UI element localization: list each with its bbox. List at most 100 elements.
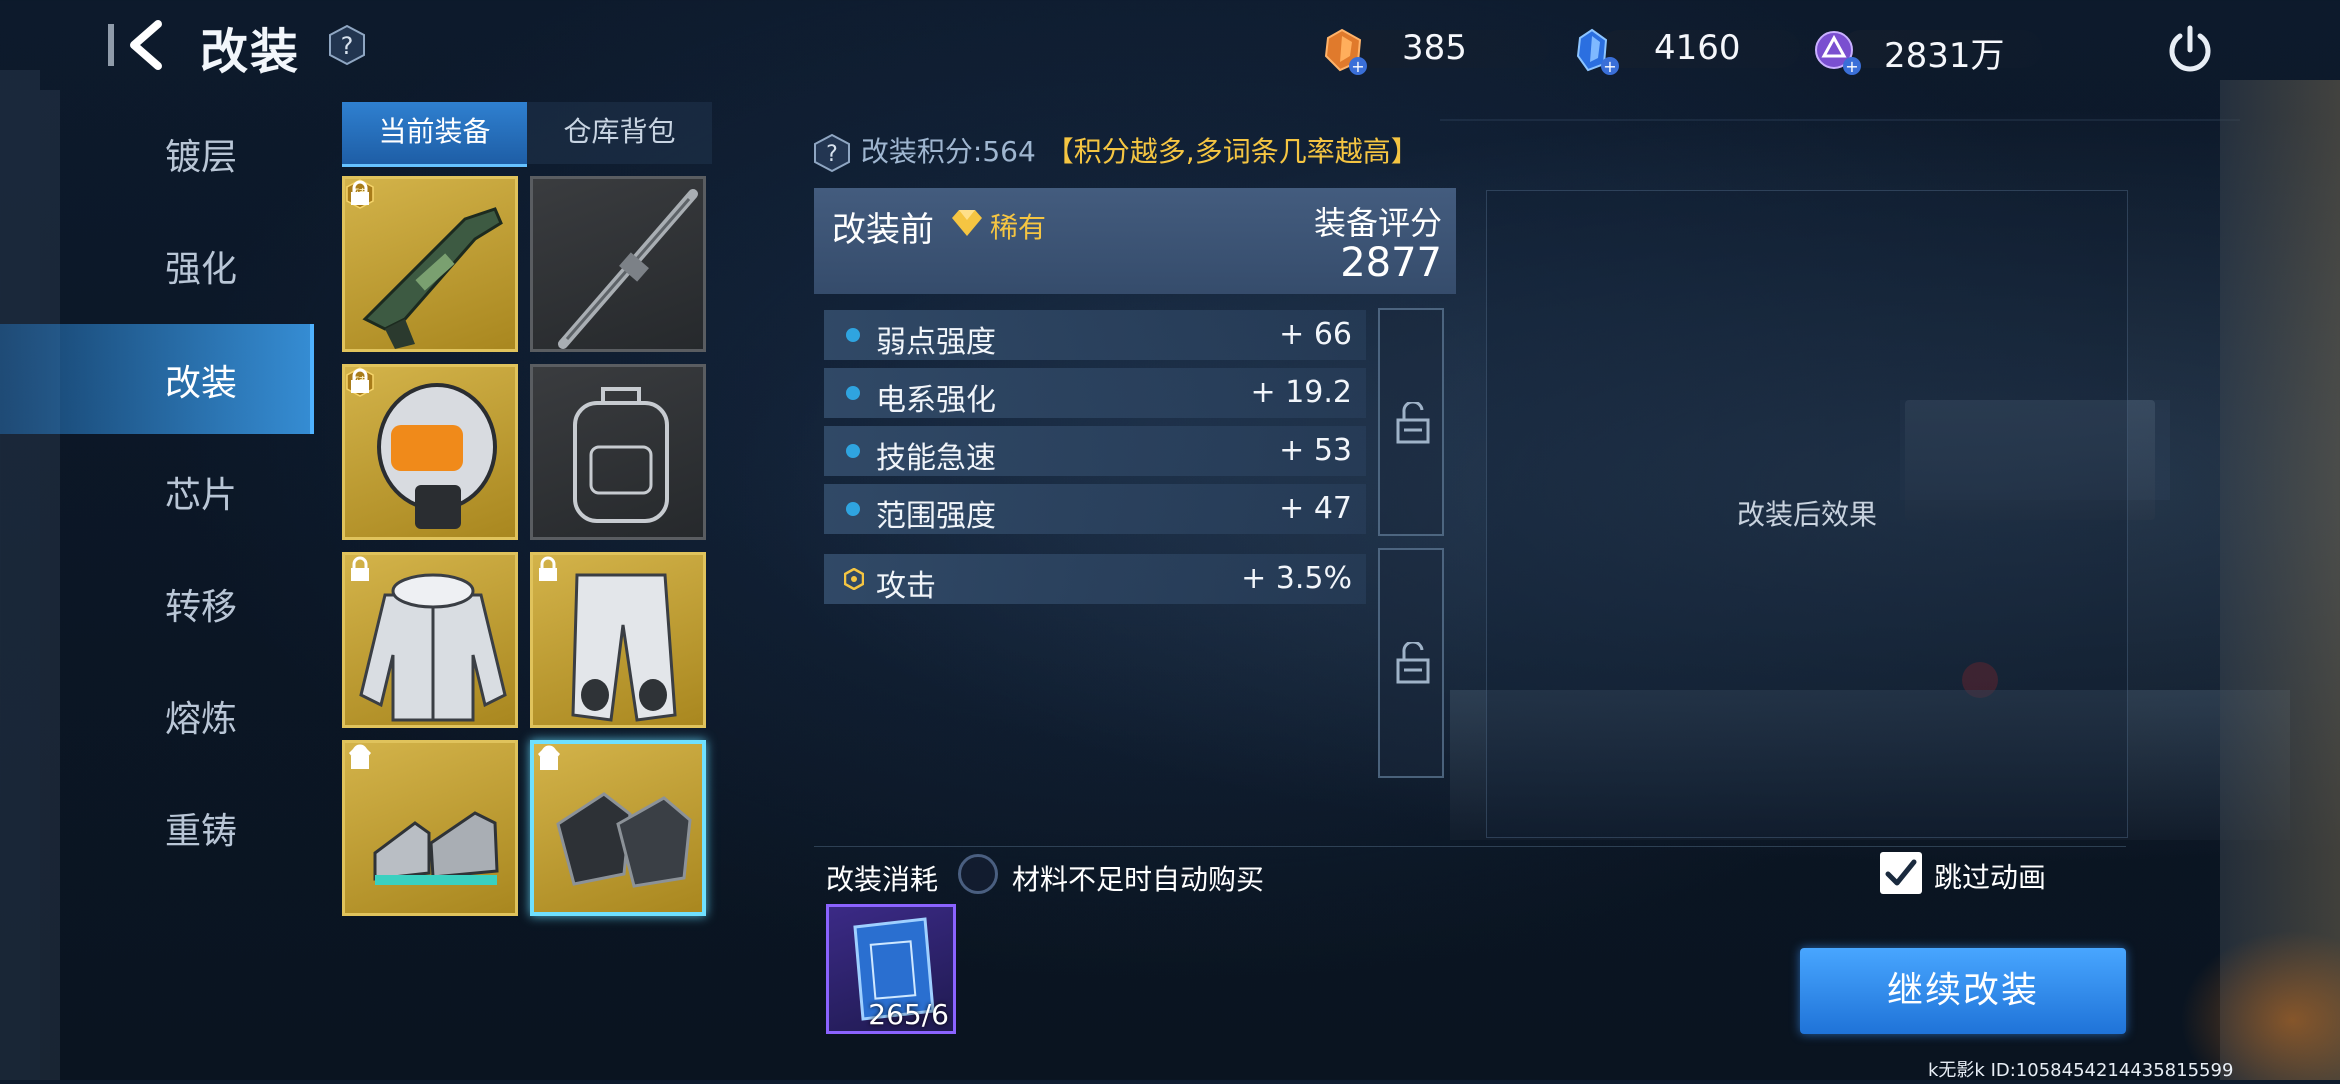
cost-label: 改装消耗	[826, 863, 939, 896]
svg-text:+: +	[1845, 57, 1858, 76]
nav-item-smelt[interactable]: 熔炼	[0, 660, 310, 770]
svg-text:+: +	[1603, 57, 1616, 76]
resource-purple-coin[interactable]: + 2831万	[1812, 26, 2042, 76]
equipment-slot-gloves[interactable]	[530, 740, 706, 916]
back-button[interactable]	[118, 14, 178, 76]
material-count: 265/6	[868, 998, 949, 1031]
help-button[interactable]: ?	[328, 24, 366, 66]
equipment-slot-boots[interactable]	[342, 740, 518, 916]
auto-buy-label[interactable]: 材料不足时自动购买	[1012, 858, 1264, 898]
before-modify-title: 改装前	[832, 210, 934, 250]
stat-bullet-icon	[846, 502, 860, 516]
stat-row: 弱点强度 + 66	[824, 310, 1366, 360]
lock-icon	[540, 745, 558, 770]
tab-warehouse[interactable]: 仓库背包	[527, 102, 712, 164]
stat-value: + 3.5%	[1241, 561, 1352, 596]
orange-crystal-icon: +	[1324, 28, 1367, 76]
nav-item-label: 重铸	[165, 811, 238, 852]
modify-score-line: ? 改装积分:564 【积分越多,多词条几率越高】	[812, 130, 1419, 173]
nav-item-label: 镀层	[165, 137, 238, 178]
stat-bullet-icon	[846, 444, 860, 458]
lock-main-stat-toggle[interactable]	[1378, 548, 1444, 778]
nav-item-label: 改装	[165, 363, 238, 404]
nav-item-label: 熔炼	[165, 699, 238, 740]
equipment-rating-label: 装备评分	[1313, 204, 1442, 242]
equipment-rating-value: 2877	[1340, 240, 1442, 286]
lock-substats-toggle[interactable]	[1378, 308, 1444, 536]
skip-animation-checkbox[interactable]	[1880, 852, 1922, 894]
lock-icon	[351, 556, 369, 581]
tab-current-equipment[interactable]: 当前装备	[342, 102, 527, 167]
nav-item-chip[interactable]: 芯片	[0, 436, 310, 546]
hexagon-bullet-icon	[844, 568, 864, 590]
equipment-slot-pants[interactable]	[530, 552, 706, 728]
continue-modify-button[interactable]: 继续改装	[1800, 948, 2126, 1034]
equipment-slot-backpack[interactable]	[530, 364, 706, 540]
material-item[interactable]: 265/6	[826, 904, 956, 1034]
unlock-icon	[1396, 642, 1430, 684]
stat-name: 攻击	[876, 569, 936, 604]
equipment-slot-weapon[interactable]: 臻	[342, 176, 518, 352]
help-icon[interactable]: ?	[812, 133, 852, 173]
svg-text:?: ?	[826, 142, 838, 167]
help-icon: ?	[329, 24, 365, 66]
resource-value: 2831万	[1884, 36, 2005, 76]
unlock-icon	[1396, 402, 1430, 444]
stat-bullet-icon	[846, 328, 860, 342]
stat-bullet-icon	[846, 386, 860, 400]
backpack-outline-icon	[573, 387, 669, 523]
after-modify-panel: 改装后效果	[1486, 190, 2128, 838]
purple-coin-icon: +	[1815, 31, 1861, 76]
nav-item-label: 转移	[165, 587, 238, 628]
stat-name: 技能急速	[876, 441, 996, 476]
header-accent-bar	[108, 24, 114, 66]
divider	[814, 846, 2126, 847]
stat-value: + 66	[1279, 317, 1352, 352]
stat-name: 范围强度	[876, 499, 996, 534]
nav-item-coating[interactable]: 镀层	[0, 98, 310, 208]
nav-item-enhance[interactable]: 强化	[0, 210, 310, 320]
nav-item-modify[interactable]: 改装	[0, 324, 314, 434]
stat-row: 技能急速 + 53	[824, 426, 1366, 476]
diamond-rarity-icon	[952, 210, 982, 236]
equipment-slot-jacket[interactable]	[342, 552, 518, 728]
lock-icon	[351, 368, 369, 393]
modify-score-hint: 【积分越多,多词条几率越高】	[1045, 135, 1419, 168]
modify-score: 改装积分:564	[860, 135, 1036, 168]
main-stat-row: 攻击 + 3.5%	[824, 554, 1366, 604]
svg-text:?: ?	[341, 32, 354, 60]
checkmark-icon	[1885, 859, 1917, 886]
rarity-label: 稀有	[990, 211, 1047, 244]
svg-text:+: +	[1351, 57, 1364, 76]
stat-row: 电系强化 + 19.2	[824, 368, 1366, 418]
nav-item-label: 强化	[165, 249, 238, 290]
nav-item-reforge[interactable]: 重铸	[0, 772, 310, 882]
resource-value: 385	[1402, 28, 1467, 68]
resource-value: 4160	[1654, 28, 1741, 68]
after-modify-label: 改装后效果	[1736, 498, 1877, 531]
blue-gem-icon: +	[1576, 28, 1619, 76]
equipment-slot-melee[interactable]	[530, 176, 706, 352]
auto-buy-radio[interactable]	[958, 854, 998, 894]
resource-orange-crystal[interactable]: + 385	[1318, 26, 1548, 76]
stat-name: 电系强化	[876, 383, 996, 418]
nav-item-transfer[interactable]: 转移	[0, 548, 310, 658]
stat-name: 弱点强度	[876, 325, 996, 360]
exit-button[interactable]	[2162, 22, 2218, 78]
power-icon	[2169, 25, 2211, 72]
resource-blue-gem[interactable]: + 4160	[1570, 26, 1800, 76]
skip-animation-label[interactable]: 跳过动画	[1934, 856, 2046, 896]
lock-icon	[539, 556, 557, 581]
melee-weapon-icon	[558, 189, 698, 349]
chevron-left-icon	[130, 20, 162, 70]
before-modify-panel: 改装前 稀有 装备评分 2877	[814, 188, 1456, 294]
page-title: 改装	[200, 24, 301, 80]
player-id: k无影k ID:1058454214435815599	[1928, 1060, 2234, 1081]
lock-icon	[351, 744, 369, 769]
equipment-slot-helmet[interactable]: 臻	[342, 364, 518, 540]
stat-row: 范围强度 + 47	[824, 484, 1366, 534]
stat-value: + 19.2	[1250, 375, 1352, 410]
stat-value: + 47	[1279, 491, 1352, 526]
stat-value: + 53	[1279, 433, 1352, 468]
lock-icon	[351, 180, 369, 205]
